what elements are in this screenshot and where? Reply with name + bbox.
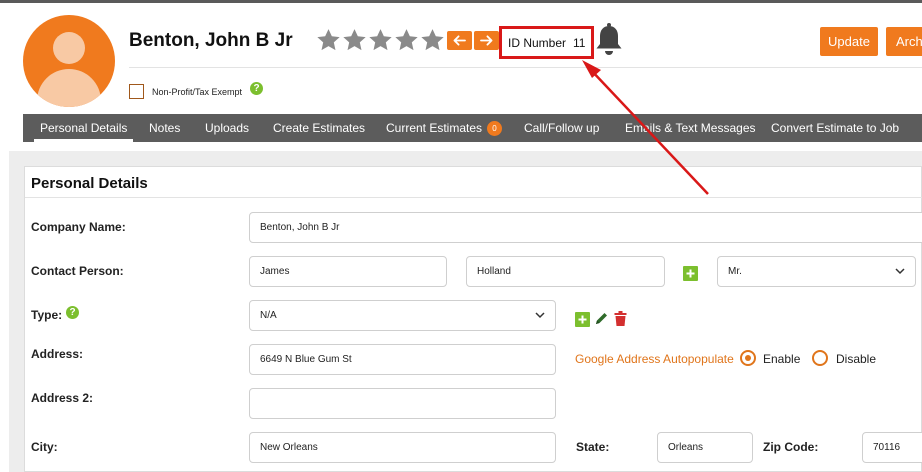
city-label: City:: [31, 440, 58, 454]
star-icon[interactable]: [420, 27, 445, 53]
type-label: Type:: [31, 308, 63, 322]
type-help-icon[interactable]: ?: [66, 306, 79, 319]
star-icon[interactable]: [368, 27, 393, 53]
tab-label: Uploads: [205, 121, 250, 135]
nonprofit-checkbox[interactable]: [129, 84, 144, 99]
chevron-down-icon: [895, 268, 905, 275]
rating-stars[interactable]: [316, 27, 445, 53]
autopopulate-disable-radio[interactable]: [812, 350, 828, 366]
tab-label: Create Estimates: [273, 121, 366, 135]
zip-code-label: Zip Code:: [763, 440, 819, 454]
disable-label: Disable: [836, 352, 877, 366]
type-select[interactable]: N/A: [249, 300, 556, 331]
annotation-arrow-icon: [582, 60, 709, 195]
city-input[interactable]: New Orleans: [249, 432, 556, 463]
delete-type-trash-icon[interactable]: [614, 311, 627, 326]
address-input[interactable]: 6649 N Blue Gum St: [249, 344, 556, 375]
tab-current-estimates[interactable]: Current Estimates 0: [386, 114, 503, 142]
avatar-body: [37, 69, 101, 107]
previous-customer-button[interactable]: [447, 31, 472, 50]
tab-label: Convert Estimate to Job: [771, 121, 900, 135]
tab-bar: Personal Details Notes Uploads Create Es…: [23, 114, 922, 142]
add-contact-plus-icon[interactable]: [683, 266, 698, 281]
star-icon[interactable]: [316, 27, 341, 53]
customer-avatar-icon: [23, 15, 115, 107]
tab-label: Current Estimates: [386, 121, 483, 135]
section-divider: [25, 197, 922, 198]
state-input[interactable]: Orleans: [657, 432, 753, 463]
autopopulate-label: Google Address Autopopulate: [575, 352, 734, 366]
nonprofit-help-icon[interactable]: ?: [250, 82, 263, 95]
section-title: Personal Details: [31, 175, 148, 192]
enable-label: Enable: [763, 352, 801, 366]
chevron-down-icon: [535, 312, 545, 319]
archive-button[interactable]: Archi: [886, 27, 922, 56]
id-number-label: ID Number: [508, 35, 567, 50]
arrow-left-icon: [453, 35, 466, 46]
window-top-strip: [0, 0, 922, 3]
first-name-input[interactable]: James: [249, 256, 447, 287]
id-number-value: 11: [573, 35, 586, 50]
tab-label: Notes: [149, 121, 181, 135]
header-divider: [129, 67, 922, 68]
address-2-label: Address 2:: [31, 391, 94, 405]
star-icon[interactable]: [394, 27, 419, 53]
star-icon[interactable]: [342, 27, 367, 53]
tab-uploads[interactable]: Uploads: [205, 114, 249, 142]
zip-code-input[interactable]: 70116: [862, 432, 922, 463]
customer-name: Benton, John B Jr: [129, 30, 293, 51]
add-type-plus-icon[interactable]: [575, 312, 590, 327]
current-estimates-count-badge: 0: [487, 120, 503, 136]
address-2-input[interactable]: [249, 388, 556, 419]
tab-personal-details[interactable]: Personal Details: [33, 114, 134, 142]
state-label: State:: [576, 440, 610, 454]
tab-create-estimates[interactable]: Create Estimates: [273, 114, 365, 142]
address-label: Address:: [31, 347, 84, 361]
company-name-input[interactable]: Benton, John B Jr: [249, 212, 922, 243]
last-name-input[interactable]: Holland: [466, 256, 665, 287]
edit-type-pencil-icon[interactable]: [594, 311, 609, 326]
contact-person-label: Contact Person:: [31, 264, 124, 278]
tab-notes[interactable]: Notes: [149, 114, 180, 142]
autopopulate-enable-radio[interactable]: [740, 350, 756, 366]
avatar-head: [53, 32, 85, 64]
update-button[interactable]: Update: [820, 27, 878, 56]
tab-label: Personal Details: [40, 121, 128, 135]
salutation-value: Mr.: [728, 266, 742, 277]
type-value: N/A: [260, 310, 277, 321]
salutation-select[interactable]: Mr.: [717, 256, 916, 287]
company-name-label: Company Name:: [31, 220, 126, 234]
next-customer-button[interactable]: [474, 31, 499, 50]
arrow-right-icon: [480, 35, 493, 46]
nonprofit-label: Non-Profit/Tax Exempt: [152, 87, 243, 97]
tab-convert-estimate-to-job[interactable]: Convert Estimate to Job: [771, 114, 899, 142]
